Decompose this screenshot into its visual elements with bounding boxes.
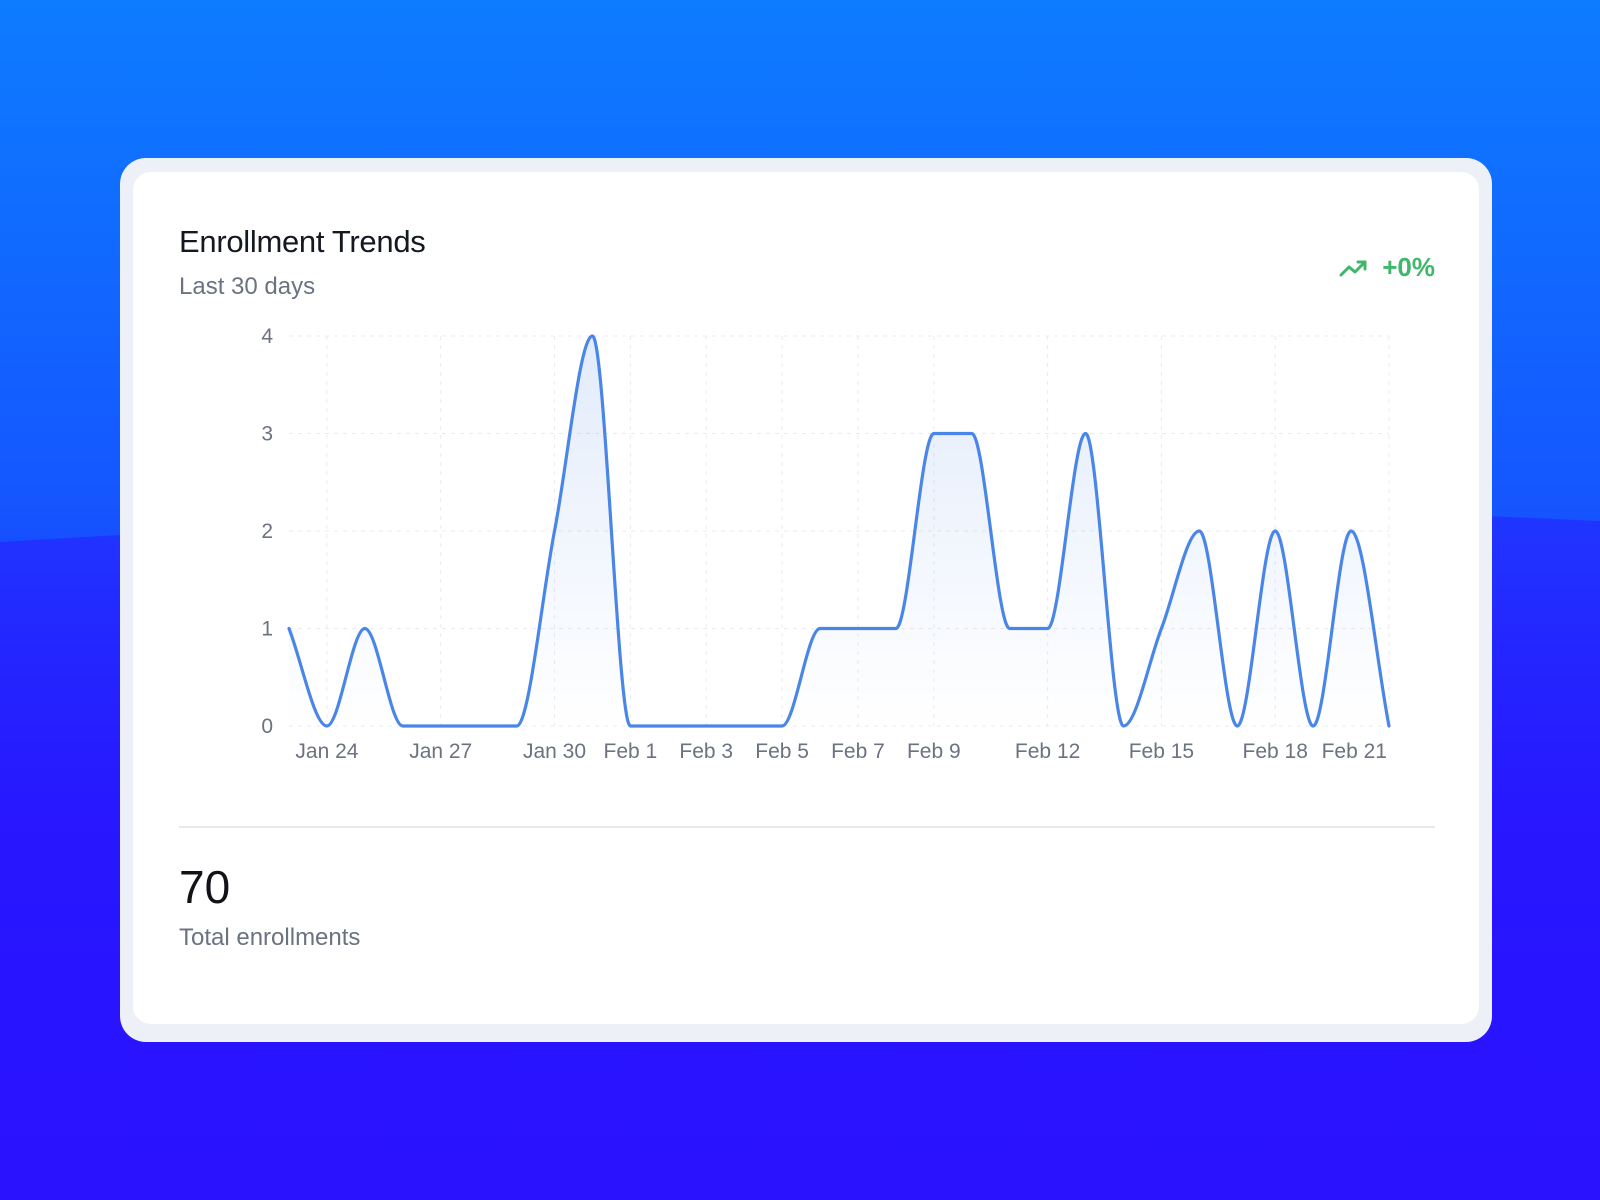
y-tick-label: 2: [261, 520, 273, 543]
y-tick-label: 0: [261, 715, 273, 738]
y-axis: 0 1 2 3 4: [261, 325, 273, 738]
data-point: [1310, 723, 1316, 729]
x-tick-label: Jan 30: [523, 740, 586, 763]
data-point: [476, 723, 482, 729]
x-tick-label: Jan 27: [409, 740, 472, 763]
data-point: [741, 723, 747, 729]
x-tick-label: Feb 9: [907, 740, 961, 763]
x-axis: Jan 24 Jan 27 Jan 30 Feb 1 Feb 3 Feb 5 Feb 7 Fe…: [295, 740, 1387, 763]
data-point: [969, 431, 975, 437]
x-tick-label: Feb 5: [755, 740, 809, 763]
data-point: [1386, 723, 1392, 729]
data-point: [665, 723, 671, 729]
y-tick-label: 4: [261, 325, 273, 348]
data-point: [893, 626, 899, 632]
data-point: [1007, 626, 1013, 632]
data-point: [1158, 626, 1164, 632]
x-tick-label: Feb 15: [1129, 740, 1194, 763]
data-point: [817, 626, 823, 632]
data-point: [438, 723, 444, 729]
data-point: [1045, 626, 1051, 632]
data-point: [514, 723, 520, 729]
x-tick-label: Feb 7: [831, 740, 885, 763]
data-point: [1348, 528, 1354, 534]
x-tick-label: Jan 24: [295, 740, 358, 763]
data-point: [1272, 528, 1278, 534]
data-point: [627, 723, 633, 729]
enrollment-trends-card: Enrollment Trends Last 30 days +0% 01234…: [133, 172, 1479, 1024]
data-point: [552, 528, 558, 534]
data-point: [286, 626, 292, 632]
total-enrollments-label: Total enrollments: [179, 924, 361, 951]
x-tick-label: Feb 12: [1015, 740, 1080, 763]
data-point: [1120, 723, 1126, 729]
data-point: [1083, 431, 1089, 437]
divider: [179, 826, 1435, 828]
data-point: [589, 333, 595, 339]
data-point: [1234, 723, 1240, 729]
data-point: [362, 626, 368, 632]
data-point: [324, 723, 330, 729]
y-tick-label: 1: [261, 618, 273, 641]
data-point: [855, 626, 861, 632]
x-tick-label: Feb 18: [1243, 740, 1308, 763]
x-tick-label: Feb 1: [604, 740, 658, 763]
data-point: [1196, 528, 1202, 534]
y-tick-label: 3: [261, 423, 273, 446]
x-tick-label: Feb 3: [679, 740, 733, 763]
data-point: [400, 723, 406, 729]
data-point: [779, 723, 785, 729]
enrollment-chart: 0 1 2 3 4 Jan 24 Jan 27 Jan 30 Feb 1 Feb 3 Feb 5 F…: [261, 325, 1392, 763]
total-enrollments-value: 70: [179, 861, 231, 913]
data-point: [703, 723, 709, 729]
x-tick-label: Feb 21: [1322, 740, 1387, 763]
data-point: [931, 431, 937, 437]
